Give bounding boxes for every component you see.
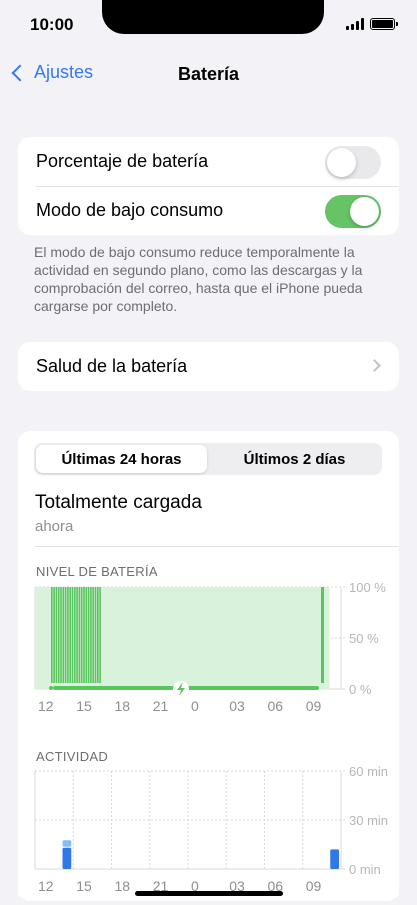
cellular-signal-icon [346,18,364,30]
home-indicator [135,891,283,896]
x-tick-label: 12 [38,698,54,714]
y-tick-label: 30 min [349,813,388,828]
battery-level-area [218,587,256,689]
x-tick-label: 09 [306,878,322,894]
charging-bolt-icon [173,681,189,697]
x-tick-label: 12 [38,878,54,894]
battery-level-bar [90,587,92,683]
battery-level-bar [85,587,88,683]
charge-status-title: Totalmente cargada [35,492,202,513]
battery-level-bar [97,587,99,683]
x-tick-label: 18 [115,878,131,894]
battery-level-chart: 100 % 50 % 0 % 12 15 18 21 0 03 06 09 [34,580,386,714]
status-bar: 10:00 [0,0,417,48]
x-tick-label: 15 [76,878,92,894]
x-tick-label: 15 [76,698,92,714]
battery-level-bar [94,587,97,683]
battery-level-bar [51,587,53,683]
divider [35,546,399,547]
battery-level-bar [76,587,78,683]
y-tick-label: 0 % [349,682,372,697]
battery-percentage-row: Porcentaje de batería [18,137,399,186]
activity-bar-screen-off [62,840,72,847]
battery-level-bar [67,587,69,683]
battery-level-bar [53,587,55,683]
low-power-mode-row: Modo de bajo consumo [18,186,399,235]
battery-level-area [145,587,183,689]
x-tick-label: 03 [229,698,245,714]
toggle-knob [327,148,356,177]
x-tick-label: 0 [191,698,199,714]
low-power-mode-label: Modo de bajo consumo [36,200,224,220]
status-time: 10:00 [30,15,74,34]
battery-level-area [108,587,146,689]
battery-status-icon [370,18,398,30]
phone-screen: 10:00 Ajustes Batería Porcentaje de bate… [0,0,417,905]
charging-indicator-line [49,686,53,690]
x-tick-label: 06 [268,698,284,714]
battery-health-group: Salud de la batería [18,342,399,391]
activity-label: ACTIVIDAD [36,749,109,764]
y-tick-label: 0 min [349,862,381,877]
battery-level-bar [71,587,74,683]
charge-status-time: ahora [35,518,74,535]
battery-level-bar [55,587,58,683]
battery-health-label: Salud de la batería [36,356,188,376]
battery-level-bar [87,587,90,683]
x-tick-label: 09 [306,698,322,714]
battery-level-bar [78,587,81,683]
activity-chart: 60 min30 min0 min12 15 18 21 0 03 06 09 [34,764,388,894]
y-tick-label: 100 % [349,580,386,595]
x-tick-label: 18 [115,698,131,714]
battery-level-bar [60,587,62,683]
toggle-knob [350,197,379,226]
battery-level-area [255,587,293,689]
low-power-footnote: El modo de bajo consumo reduce temporalm… [34,244,363,314]
battery-level-bar [64,587,67,683]
battery-health-row[interactable]: Salud de la batería [18,342,399,391]
battery-level-bar [74,587,76,683]
y-tick-label: 50 % [349,631,379,646]
battery-settings-group: Porcentaje de batería Modo de bajo consu… [18,137,399,235]
battery-level-area [182,587,220,689]
battery-level-bar [83,587,85,683]
battery-usage-card: Últimas 24 horas Últimos 2 días Totalmen… [18,431,399,901]
battery-level-bar [62,587,65,683]
tab-last-2-days[interactable]: Últimos 2 días [209,445,380,473]
x-tick-label: 21 [153,698,169,714]
battery-level-bar [69,587,71,683]
battery-level-bar [99,587,101,683]
tab-last-24-hours[interactable]: Últimas 24 horas [36,445,207,473]
chevron-right-icon [368,359,381,372]
time-range-segmented-control: Últimas 24 horas Últimos 2 días [34,443,382,475]
battery-level-label: NIVEL DE BATERÍA [36,564,158,579]
battery-level-bar [80,587,83,683]
y-tick-label: 60 min [349,764,388,779]
battery-level-bar [321,587,324,683]
activity-bar-screen-on [62,847,72,869]
page-title: Batería [177,64,240,84]
navigation-bar: Ajustes Batería [0,56,417,92]
battery-percentage-toggle[interactable] [325,146,381,179]
battery-level-bar [92,587,94,683]
status-icons [346,18,398,30]
activity-bar-screen-on [330,849,339,869]
battery-percentage-label: Porcentaje de batería [36,151,209,171]
low-power-mode-toggle[interactable] [325,195,381,228]
battery-level-bar [57,587,60,683]
